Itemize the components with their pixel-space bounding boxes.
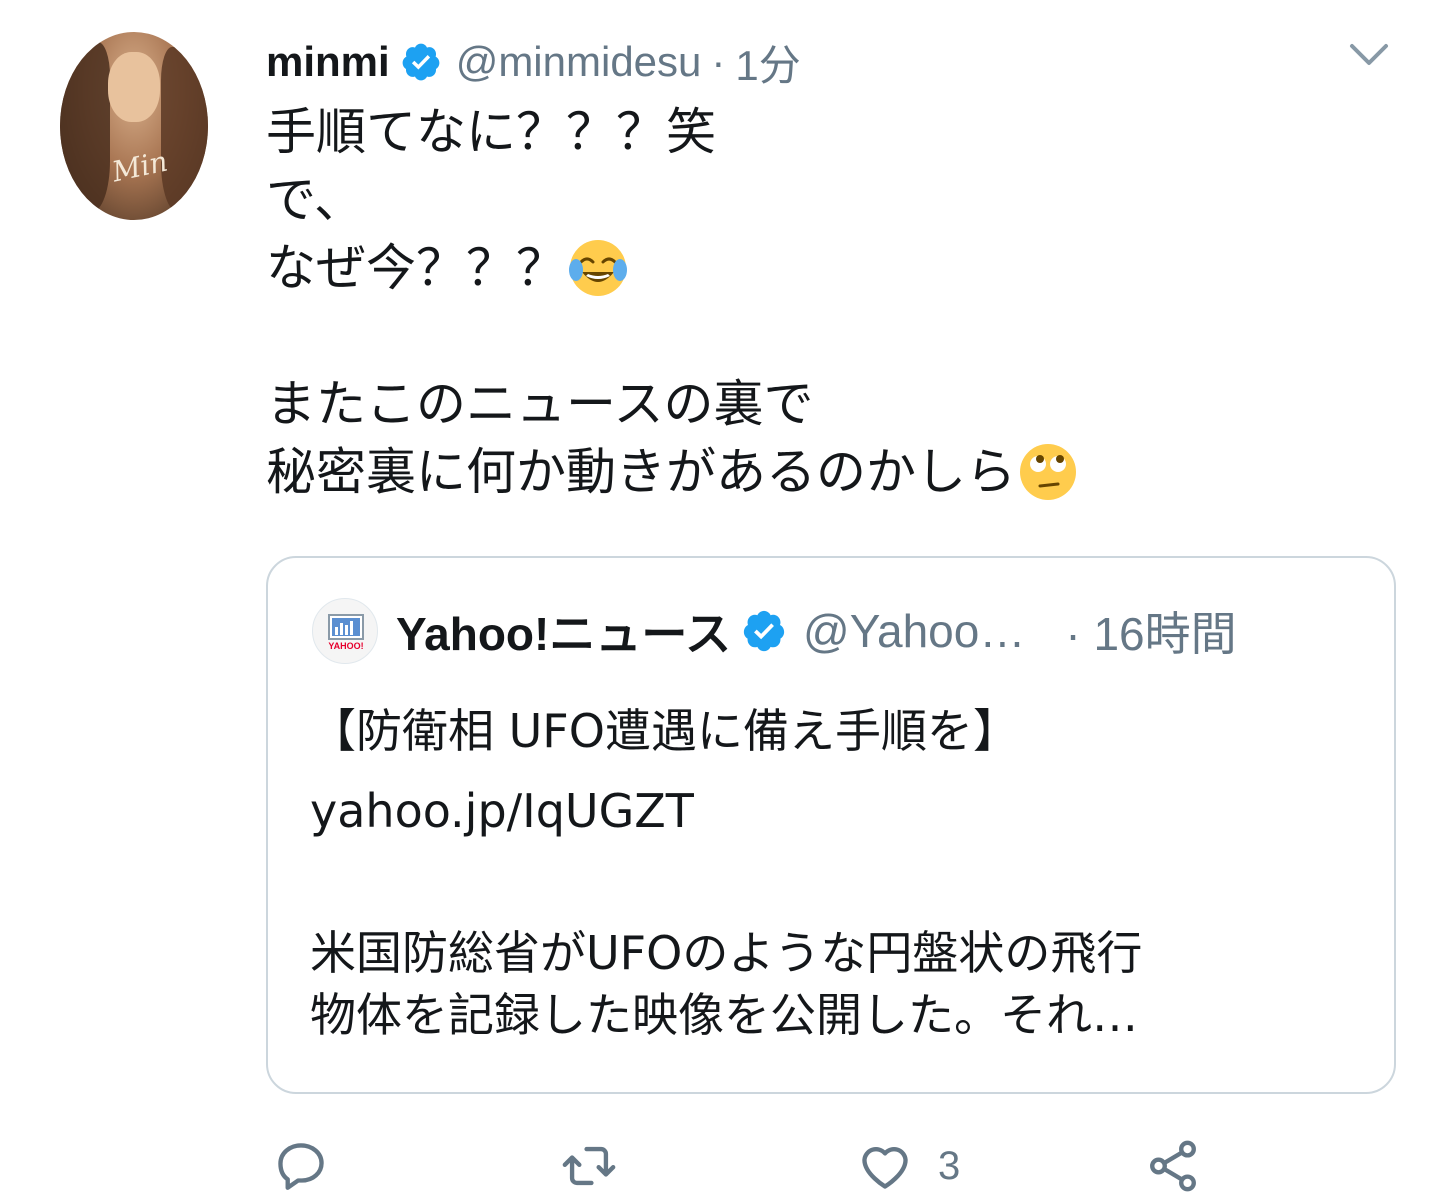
quoted-tweet[interactable]: YAHOO! Yahoo!ニュース @Yahoo… · 16時間 【防衛相 UF…	[266, 556, 1396, 1094]
quoted-line: 物体を記録した映像を公開した。それ…	[310, 988, 1138, 1042]
author-name[interactable]: minmi	[266, 38, 390, 86]
quoted-author-handle[interactable]: @Yahoo…	[803, 604, 1025, 658]
avatar-signature: Min	[109, 144, 171, 189]
quoted-timestamp[interactable]: · 16時間	[1065, 598, 1236, 664]
quoted-link[interactable]: yahoo.jp/IqUGZT	[310, 780, 1370, 842]
tweet-line-text: 秘密裏に何か動きがあるのかしら	[266, 443, 1016, 501]
reply-button[interactable]	[272, 1136, 330, 1196]
tweet[interactable]: Min minmi @minmidesu · 1分 手順てなに？？？笑 で、 な…	[0, 0, 1439, 1201]
avatar-hair-left	[60, 42, 110, 212]
yahoo-news-logo[interactable]: YAHOO!	[312, 598, 378, 664]
tweet-line-text: なぜ今？？？	[266, 239, 566, 297]
verified-badge-icon	[402, 43, 440, 81]
tweet-header: minmi @minmidesu · 1分	[266, 34, 801, 90]
reply-icon	[278, 1143, 324, 1190]
yahoo-logo-text: YAHOO!	[328, 641, 364, 651]
tweet-timestamp[interactable]: 1分	[735, 32, 800, 93]
tweet-line: またこのニュースの裏で	[266, 375, 814, 433]
author-handle[interactable]: @minmidesu	[456, 38, 702, 86]
tweet-line-with-emoji: なぜ今？？？	[266, 234, 1366, 302]
avatar-face	[108, 52, 160, 122]
face-with-rolling-eyes-icon	[1020, 444, 1076, 500]
avatar-hair-right	[161, 47, 208, 212]
retweet-button[interactable]	[560, 1136, 618, 1196]
quoted-author-name[interactable]: Yahoo!ニュース	[396, 598, 731, 664]
like-button[interactable]: 3	[856, 1136, 960, 1196]
quoted-line-headline: 【防衛相 UFO遭遇に備え手順を】	[310, 704, 1019, 758]
quoted-tweet-text: 【防衛相 UFO遭遇に備え手順を】 yahoo.jp/IqUGZT 米国防総省が…	[310, 700, 1370, 1046]
tweet-actions: 3	[266, 1132, 1266, 1198]
avatar[interactable]: Min	[60, 32, 208, 220]
retweet-icon	[562, 1146, 616, 1186]
quoted-line: 米国防総省がUFOのような円盤状の飛行	[310, 926, 1143, 980]
face-with-tears-of-joy-icon	[569, 240, 627, 296]
tweet-line: 手順てなに？？？笑	[266, 103, 716, 161]
separator-dot: ·	[711, 38, 726, 85]
share-icon	[1150, 1140, 1196, 1192]
tweet-text: 手順てなに？？？笑 で、 なぜ今？？？ またこのニュースの裏で 秘密裏に何か動き…	[266, 98, 1366, 506]
verified-badge-icon	[743, 610, 785, 652]
tweet-line: で、	[266, 171, 364, 229]
quoted-tweet-header: YAHOO! Yahoo!ニュース @Yahoo… · 16時間	[312, 598, 1237, 664]
like-count: 3	[938, 1143, 961, 1188]
quoted-line-blank	[310, 842, 1370, 922]
heart-icon	[862, 1147, 908, 1189]
tweet-line-with-emoji: 秘密裏に何か動きがあるのかしら	[266, 438, 1366, 506]
share-button[interactable]	[1144, 1136, 1202, 1196]
chevron-down-icon[interactable]	[1346, 38, 1392, 72]
